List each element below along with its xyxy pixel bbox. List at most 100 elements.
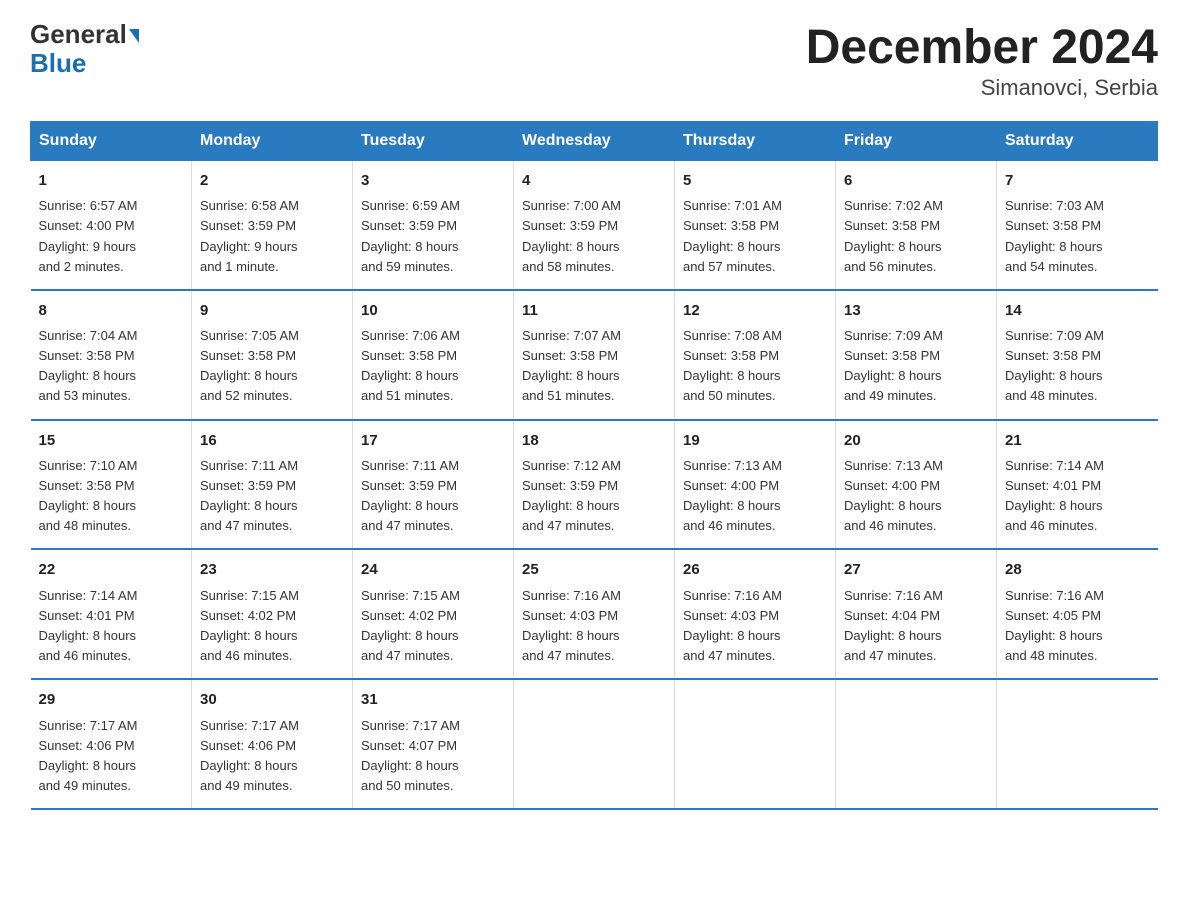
day-number: 3 — [361, 169, 505, 192]
calendar-table: SundayMondayTuesdayWednesdayThursdayFrid… — [30, 121, 1158, 810]
header-monday: Monday — [192, 122, 353, 161]
day-info: Sunrise: 7:17 AMSunset: 4:07 PMDaylight:… — [361, 716, 505, 797]
calendar-cell: 9 Sunrise: 7:05 AMSunset: 3:58 PMDaylight… — [192, 290, 353, 420]
calendar-cell: 3 Sunrise: 6:59 AMSunset: 3:59 PMDaylight… — [353, 161, 514, 290]
day-info: Sunrise: 7:14 AMSunset: 4:01 PMDaylight:… — [39, 586, 184, 667]
day-info: Sunrise: 7:16 AMSunset: 4:04 PMDaylight:… — [844, 586, 988, 667]
calendar-cell: 30Sunrise: 7:17 AMSunset: 4:06 PMDayligh… — [192, 679, 353, 809]
day-info: Sunrise: 7:03 AMSunset: 3:58 PMDaylight:… — [1005, 196, 1150, 277]
day-number: 15 — [39, 429, 184, 452]
calendar-cell: 15 Sunrise: 7:10 AMSunset: 3:58 PMDayligh… — [31, 420, 192, 550]
calendar-cell: 10 Sunrise: 7:06 AMSunset: 3:58 PMDayligh… — [353, 290, 514, 420]
day-info: Sunrise: 7:17 AMSunset: 4:06 PMDaylight:… — [200, 716, 344, 797]
week-row-2: 8Sunrise: 7:04 AMSunset: 3:58 PMDaylight… — [31, 290, 1158, 420]
day-info: Sunrise: 7:02 AMSunset: 3:58 PMDaylight:… — [844, 196, 988, 277]
day-info: Sunrise: 7:01 AMSunset: 3:58 PMDaylight:… — [683, 196, 827, 277]
day-number: 27 — [844, 558, 988, 581]
day-info: Sunrise: 7:06 AMSunset: 3:58 PMDaylight:… — [361, 326, 505, 407]
calendar-cell — [675, 679, 836, 809]
day-info: Sunrise: 7:09 AMSunset: 3:58 PMDaylight:… — [844, 326, 988, 407]
week-row-3: 15 Sunrise: 7:10 AMSunset: 3:58 PMDayligh… — [31, 420, 1158, 550]
calendar-cell: 6 Sunrise: 7:02 AMSunset: 3:58 PMDaylight… — [836, 161, 997, 290]
day-info: Sunrise: 6:57 AMSunset: 4:00 PMDaylight:… — [39, 196, 184, 277]
day-number: 31 — [361, 688, 505, 711]
day-number: 6 — [844, 169, 988, 192]
day-info: Sunrise: 7:11 AMSunset: 3:59 PMDaylight:… — [361, 456, 505, 537]
day-number: 2 — [200, 169, 344, 192]
calendar-subtitle: Simanovci, Serbia — [806, 75, 1158, 101]
day-info: Sunrise: 7:10 AMSunset: 3:58 PMDaylight:… — [39, 456, 184, 537]
day-info: Sunrise: 7:15 AMSunset: 4:02 PMDaylight:… — [361, 586, 505, 667]
day-number: 19 — [683, 429, 827, 452]
logo-triangle-icon — [129, 29, 139, 43]
week-row-5: 29 Sunrise: 7:17 AMSunset: 4:06 PMDayligh… — [31, 679, 1158, 809]
calendar-cell: 5 Sunrise: 7:01 AMSunset: 3:58 PMDaylight… — [675, 161, 836, 290]
calendar-cell: 29 Sunrise: 7:17 AMSunset: 4:06 PMDayligh… — [31, 679, 192, 809]
calendar-cell: 8Sunrise: 7:04 AMSunset: 3:58 PMDaylight… — [31, 290, 192, 420]
day-number: 4 — [522, 169, 666, 192]
logo-blue-text: Blue — [30, 49, 139, 78]
calendar-cell — [997, 679, 1158, 809]
week-row-1: 1Sunrise: 6:57 AMSunset: 4:00 PMDaylight… — [31, 161, 1158, 290]
header-tuesday: Tuesday — [353, 122, 514, 161]
calendar-cell: 25Sunrise: 7:16 AMSunset: 4:03 PMDayligh… — [514, 549, 675, 679]
day-info: Sunrise: 7:12 AMSunset: 3:59 PMDaylight:… — [522, 456, 666, 537]
calendar-cell: 31 Sunrise: 7:17 AMSunset: 4:07 PMDayligh… — [353, 679, 514, 809]
day-number: 10 — [361, 299, 505, 322]
day-info: Sunrise: 7:05 AMSunset: 3:58 PMDaylight:… — [200, 326, 344, 407]
day-info: Sunrise: 7:15 AMSunset: 4:02 PMDaylight:… — [200, 586, 344, 667]
logo-general-text: General — [30, 19, 127, 49]
day-number: 28 — [1005, 558, 1150, 581]
day-number: 24 — [361, 558, 505, 581]
calendar-cell: 16Sunrise: 7:11 AMSunset: 3:59 PMDayligh… — [192, 420, 353, 550]
day-info: Sunrise: 7:16 AMSunset: 4:05 PMDaylight:… — [1005, 586, 1150, 667]
day-number: 26 — [683, 558, 827, 581]
calendar-cell: 13Sunrise: 7:09 AMSunset: 3:58 PMDayligh… — [836, 290, 997, 420]
day-info: Sunrise: 6:58 AMSunset: 3:59 PMDaylight:… — [200, 196, 344, 277]
calendar-cell: 26 Sunrise: 7:16 AMSunset: 4:03 PMDayligh… — [675, 549, 836, 679]
day-info: Sunrise: 7:14 AMSunset: 4:01 PMDaylight:… — [1005, 456, 1150, 537]
calendar-cell — [514, 679, 675, 809]
header-sunday: Sunday — [31, 122, 192, 161]
calendar-cell: 20Sunrise: 7:13 AMSunset: 4:00 PMDayligh… — [836, 420, 997, 550]
day-info: Sunrise: 7:16 AMSunset: 4:03 PMDaylight:… — [522, 586, 666, 667]
day-number: 7 — [1005, 169, 1150, 192]
day-info: Sunrise: 7:17 AMSunset: 4:06 PMDaylight:… — [39, 716, 184, 797]
header-thursday: Thursday — [675, 122, 836, 161]
day-number: 11 — [522, 299, 666, 322]
calendar-cell: 23 Sunrise: 7:15 AMSunset: 4:02 PMDayligh… — [192, 549, 353, 679]
day-info: Sunrise: 6:59 AMSunset: 3:59 PMDaylight:… — [361, 196, 505, 277]
day-number: 21 — [1005, 429, 1150, 452]
day-number: 23 — [200, 558, 344, 581]
logo: General Blue — [30, 20, 139, 77]
day-info: Sunrise: 7:00 AMSunset: 3:59 PMDaylight:… — [522, 196, 666, 277]
day-number: 9 — [200, 299, 344, 322]
header-saturday: Saturday — [997, 122, 1158, 161]
calendar-cell: 14Sunrise: 7:09 AMSunset: 3:58 PMDayligh… — [997, 290, 1158, 420]
calendar-cell: 22 Sunrise: 7:14 AMSunset: 4:01 PMDayligh… — [31, 549, 192, 679]
day-number: 18 — [522, 429, 666, 452]
day-number: 22 — [39, 558, 184, 581]
calendar-title: December 2024 — [806, 20, 1158, 75]
day-number: 12 — [683, 299, 827, 322]
calendar-cell: 21 Sunrise: 7:14 AMSunset: 4:01 PMDayligh… — [997, 420, 1158, 550]
day-info: Sunrise: 7:09 AMSunset: 3:58 PMDaylight:… — [1005, 326, 1150, 407]
calendar-cell: 24 Sunrise: 7:15 AMSunset: 4:02 PMDayligh… — [353, 549, 514, 679]
day-number: 17 — [361, 429, 505, 452]
day-number: 29 — [39, 688, 184, 711]
calendar-cell: 4 Sunrise: 7:00 AMSunset: 3:59 PMDaylight… — [514, 161, 675, 290]
calendar-cell: 2 Sunrise: 6:58 AMSunset: 3:59 PMDaylight… — [192, 161, 353, 290]
day-info: Sunrise: 7:07 AMSunset: 3:58 PMDaylight:… — [522, 326, 666, 407]
calendar-cell: 19Sunrise: 7:13 AMSunset: 4:00 PMDayligh… — [675, 420, 836, 550]
calendar-cell: 18 Sunrise: 7:12 AMSunset: 3:59 PMDayligh… — [514, 420, 675, 550]
calendar-cell — [836, 679, 997, 809]
calendar-cell: 11 Sunrise: 7:07 AMSunset: 3:58 PMDayligh… — [514, 290, 675, 420]
day-info: Sunrise: 7:11 AMSunset: 3:59 PMDaylight:… — [200, 456, 344, 537]
day-info: Sunrise: 7:13 AMSunset: 4:00 PMDaylight:… — [844, 456, 988, 537]
day-number: 5 — [683, 169, 827, 192]
day-info: Sunrise: 7:16 AMSunset: 4:03 PMDaylight:… — [683, 586, 827, 667]
day-info: Sunrise: 7:04 AMSunset: 3:58 PMDaylight:… — [39, 326, 184, 407]
day-info: Sunrise: 7:08 AMSunset: 3:58 PMDaylight:… — [683, 326, 827, 407]
page-header: General Blue December 2024 Simanovci, Se… — [30, 20, 1158, 101]
header-wednesday: Wednesday — [514, 122, 675, 161]
